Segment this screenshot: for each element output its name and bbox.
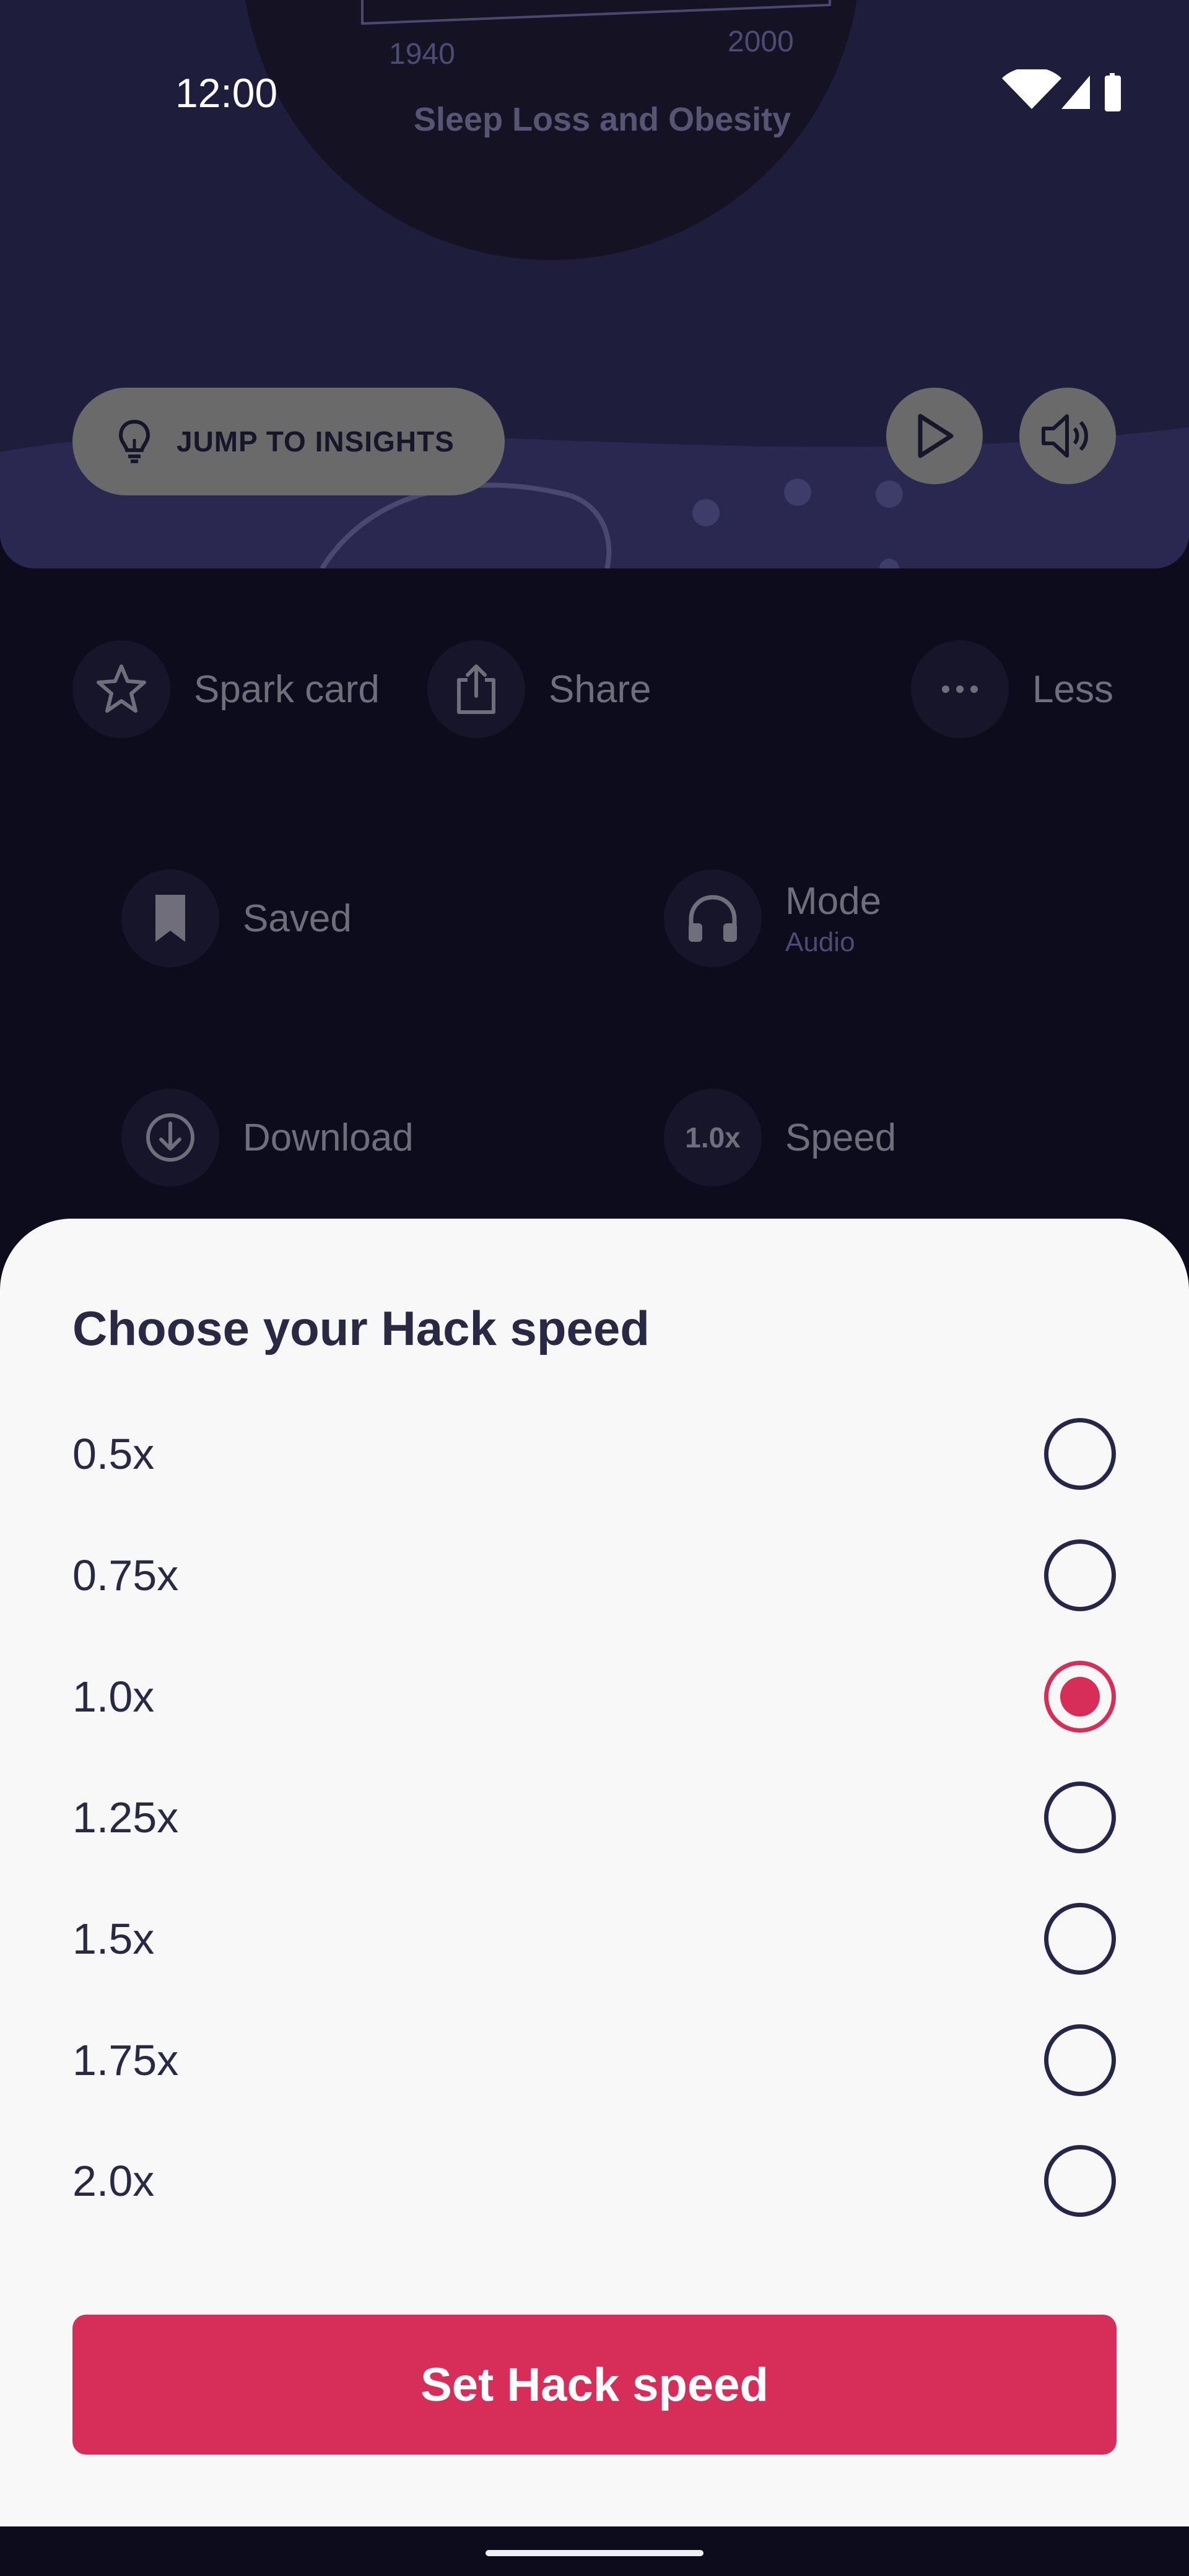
radio-button[interactable] [1044,2024,1116,2096]
radio-button[interactable] [1044,1782,1116,1853]
saved-action[interactable]: Saved [121,869,352,967]
speed-option[interactable]: 1.5x [0,1878,1189,1999]
status-icons [1002,69,1121,111]
radio-button[interactable] [1044,1539,1116,1611]
share-label: Share [549,668,651,711]
radio-button-selected[interactable] [1044,1661,1116,1733]
chart-axis-label: 2000 [728,25,794,58]
sheet-title: Choose your Hack speed [72,1301,650,1355]
set-hack-speed-button[interactable]: Set Hack speed [72,2315,1117,2455]
star-icon [97,664,146,713]
home-gesture-handle[interactable] [486,2550,703,2556]
jump-to-insights-button[interactable]: JUMP TO INSIGHTS [72,388,505,495]
spark-card-action[interactable]: Spark card [72,640,380,738]
mode-action[interactable]: Mode Audio [664,869,881,967]
speed-option-label: 2.0x [72,2157,155,2205]
share-icon [457,664,495,714]
jump-to-insights-label: JUMP TO INSIGHTS [176,425,455,458]
speed-option[interactable]: 0.75x [0,1515,1189,1636]
speed-option[interactable]: 0.5x [0,1393,1189,1515]
less-action[interactable]: Less [911,640,1113,738]
lightbulb-icon [118,419,150,463]
play-icon [918,414,954,458]
radio-button[interactable] [1044,1418,1116,1490]
speed-option-label: 1.25x [72,1793,179,1842]
signal-icon [1061,76,1090,109]
chart-axis-label: 1940 [389,38,455,71]
spark-card-label: Spark card [194,668,380,711]
share-action[interactable]: Share [427,640,651,738]
speed-option[interactable]: 2.0x [0,2120,1189,2242]
mode-value: Audio [785,926,855,957]
speed-option-label: 1.75x [72,2036,179,2084]
speed-action[interactable]: 1.0x Speed [664,1089,896,1186]
hero-banner: 1940 2000 Sleep Loss and Obesity 12:00 J… [0,0,1189,568]
download-icon [146,1113,194,1162]
speed-option[interactable]: 1.75x [0,1999,1189,2121]
status-time: 12:00 [175,70,278,116]
speed-option[interactable]: 1.0x [0,1636,1189,1757]
mode-label: Mode [785,879,882,923]
volume-button[interactable] [1019,388,1116,484]
headphones-icon [689,895,737,942]
speed-option-label: 1.0x [72,1673,155,1721]
speed-option-label: 1.5x [72,1915,155,1963]
speed-badge: 1.0x [685,1121,741,1154]
download-label: Download [243,1116,414,1159]
volume-icon [1042,414,1088,458]
speed-label: Speed [785,1116,897,1159]
speed-option[interactable]: 1.25x [0,1757,1189,1878]
wifi-icon [1002,69,1062,110]
speed-option-label: 0.75x [72,1551,179,1599]
radio-button[interactable] [1044,1903,1116,1975]
saved-label: Saved [243,897,352,940]
speed-option-label: 0.5x [72,1430,155,1478]
chart-caption: Sleep Loss and Obesity [414,101,791,138]
bookmark-icon [155,895,185,942]
more-icon [942,685,978,693]
battery-icon [1105,73,1121,111]
download-action[interactable]: Download [121,1089,414,1186]
less-label: Less [1032,668,1113,711]
radio-button[interactable] [1044,2145,1116,2217]
play-button[interactable] [886,388,983,484]
